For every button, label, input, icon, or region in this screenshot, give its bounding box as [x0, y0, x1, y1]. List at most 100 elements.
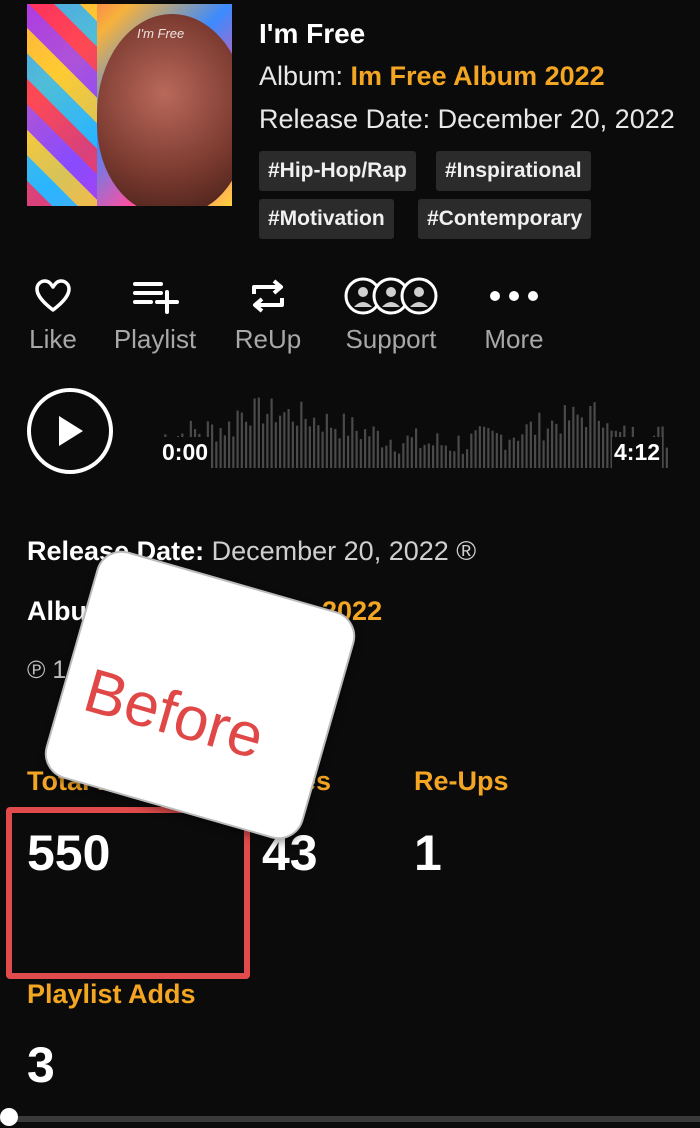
waveform-bar	[215, 441, 218, 468]
artist-photo	[97, 14, 232, 206]
playlist-button[interactable]: Playlist	[108, 272, 202, 355]
waveform-bar	[313, 417, 316, 468]
waveform-bar	[470, 433, 473, 468]
support-button[interactable]: Support	[336, 272, 446, 355]
waveform-bar	[338, 438, 341, 468]
release-date-value: December 20, 2022 ®	[204, 536, 477, 566]
waveform-bar	[257, 397, 260, 468]
waveform-bar	[228, 421, 231, 468]
waveform-bar	[291, 421, 294, 468]
waveform-bar	[466, 449, 469, 468]
cover-art-pattern	[27, 4, 97, 206]
waveform-bar	[364, 429, 367, 468]
waveform-bar	[334, 428, 337, 468]
waveform-bar	[444, 445, 447, 468]
waveform-bar	[223, 435, 226, 468]
progress-track[interactable]	[0, 1116, 700, 1122]
support-label: Support	[345, 324, 437, 354]
tag-motivation[interactable]: #Motivation	[259, 199, 394, 239]
waveform-bar	[253, 398, 256, 468]
waveform-bar	[372, 426, 375, 468]
more-button[interactable]: More	[478, 272, 550, 355]
waveform-bar	[359, 439, 362, 468]
play-button[interactable]	[27, 388, 113, 474]
waveform-bar	[453, 451, 456, 468]
cover-script-text: I'm Free	[137, 26, 185, 41]
support-avatars-icon	[336, 272, 446, 320]
waveform-bar	[274, 422, 277, 468]
waveform-bar	[245, 421, 248, 468]
waveform-bar	[491, 430, 494, 468]
waveform-bar	[351, 417, 354, 468]
waveform-bar	[240, 412, 243, 468]
waveform-bar	[410, 437, 413, 468]
progress-knob[interactable]	[0, 1108, 18, 1126]
time-elapsed: 0:00	[160, 437, 211, 468]
waveform-bar	[500, 434, 503, 468]
waveform-bar	[427, 443, 430, 468]
album-cover[interactable]: I'm Free	[27, 4, 232, 206]
waveform-bar	[449, 450, 452, 468]
waveform-bar	[266, 413, 269, 468]
callout-tail	[208, 772, 238, 806]
more-label: More	[484, 324, 544, 354]
waveform-bar	[593, 402, 596, 468]
play-icon	[59, 416, 83, 446]
waveform-bar	[580, 417, 583, 468]
waveform-bar	[483, 426, 486, 468]
waveform-bar	[270, 398, 273, 468]
waveform-bar	[534, 434, 537, 468]
waveform[interactable]	[160, 392, 670, 468]
track-title: I'm Free	[259, 18, 366, 49]
waveform-bar	[508, 439, 511, 468]
tag-hip-hop[interactable]: #Hip-Hop/Rap	[259, 151, 416, 191]
waveform-bar	[423, 444, 426, 468]
waveform-bar	[304, 418, 307, 468]
tag-contemporary[interactable]: #Contemporary	[418, 199, 592, 239]
reups-value: 1	[414, 825, 442, 881]
waveform-bar	[389, 439, 392, 468]
waveform-bar	[487, 428, 490, 468]
waveform-bar	[308, 426, 311, 468]
waveform-bar	[393, 451, 396, 468]
waveform-bar	[563, 405, 566, 468]
waveform-bar	[521, 434, 524, 468]
waveform-bar	[432, 445, 435, 468]
like-button[interactable]: Like	[25, 272, 81, 355]
waveform-bar	[398, 453, 401, 468]
waveform-bar	[542, 440, 545, 468]
waveform-bar	[576, 414, 579, 468]
waveform-bar	[568, 420, 571, 468]
time-duration: 4:12	[612, 437, 663, 468]
album-link[interactable]: Im Free Album 2022	[351, 61, 605, 91]
waveform-bar	[325, 413, 328, 468]
waveform-bar	[529, 421, 532, 468]
playlist-add-icon	[108, 272, 202, 320]
reup-button[interactable]: ReUp	[230, 272, 306, 355]
waveform-bar	[368, 436, 371, 468]
waveform-bar	[495, 432, 498, 468]
waveform-bar	[665, 447, 668, 468]
waveform-bar	[300, 401, 303, 468]
waveform-bar	[317, 425, 320, 468]
waveform-bar	[538, 412, 541, 468]
waveform-bar	[512, 437, 515, 468]
waveform-bar	[211, 424, 214, 468]
more-dots-icon	[478, 272, 550, 320]
reup-label: ReUp	[234, 324, 302, 354]
playlist-adds-label: Playlist Adds	[27, 979, 196, 1009]
waveform-bar	[602, 427, 605, 468]
highlight-box	[6, 807, 250, 979]
waveform-bar	[385, 445, 388, 468]
waveform-bar	[249, 425, 252, 468]
heart-icon	[25, 272, 81, 320]
waveform-bar	[606, 423, 609, 468]
playlist-adds-value: 3	[27, 1037, 55, 1093]
waveform-bar	[381, 447, 384, 468]
waveform-bar	[219, 428, 222, 468]
waveform-bar	[296, 425, 299, 468]
tag-inspirational[interactable]: #Inspirational	[436, 151, 591, 191]
waveform-bar	[287, 409, 290, 468]
waveform-bar	[597, 420, 600, 468]
waveform-bar	[461, 453, 464, 468]
